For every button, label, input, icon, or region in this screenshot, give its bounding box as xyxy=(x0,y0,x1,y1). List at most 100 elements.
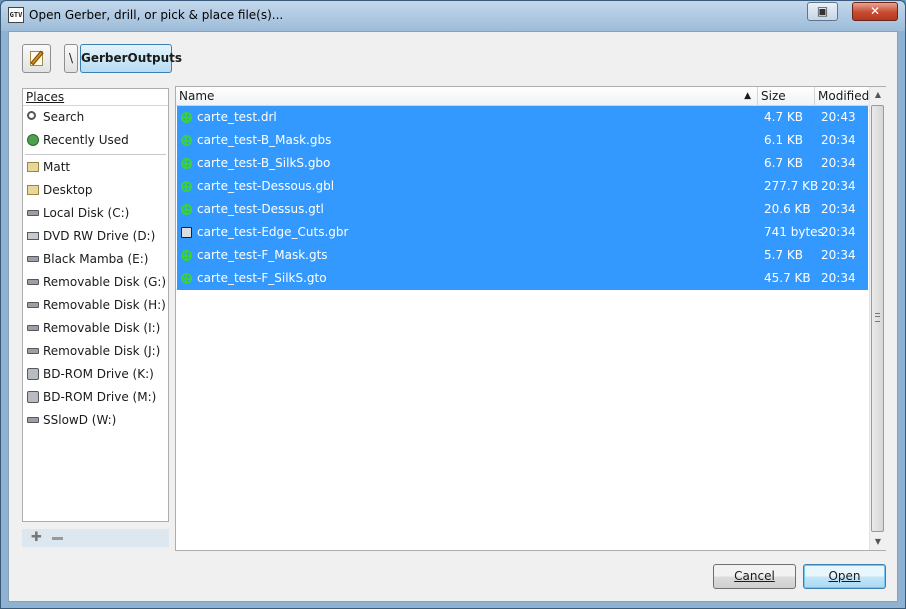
place-item[interactable]: Removable Disk (H:) xyxy=(23,294,168,316)
file-modified: 20:34 xyxy=(821,179,856,193)
remove-bookmark-button[interactable] xyxy=(52,537,63,540)
scrollbar-thumb[interactable] xyxy=(871,105,884,532)
file-row[interactable]: carte_test-Dessus.gtl 20.6 KB 20:34 xyxy=(177,198,868,221)
place-item-label: BD-ROM Drive (M:) xyxy=(43,390,157,404)
column-modified[interactable]: Modified xyxy=(815,87,869,105)
place-item-label: Recently Used xyxy=(43,133,129,147)
file-modified: 20:34 xyxy=(821,156,856,170)
file-name: carte_test-B_Mask.gbs xyxy=(197,133,332,147)
file-row[interactable]: carte_test-B_SilkS.gbo 6.7 KB 20:34 xyxy=(177,152,868,175)
gerber-file-icon xyxy=(181,158,192,169)
place-item[interactable]: Local Disk (C:) xyxy=(23,202,168,224)
file-row[interactable]: carte_test-B_Mask.gbs 6.1 KB 20:34 xyxy=(177,129,868,152)
close-button[interactable]: ✕ xyxy=(852,2,898,21)
path-root-button[interactable]: \ xyxy=(64,44,78,73)
file-row[interactable]: carte_test-F_SilkS.gto 45.7 KB 20:34 xyxy=(177,267,868,290)
column-size[interactable]: Size xyxy=(758,87,815,105)
place-item-label: Removable Disk (I:) xyxy=(43,321,161,335)
open-button-label: Open xyxy=(828,569,861,583)
file-row[interactable]: carte_test-F_Mask.gts 5.7 KB 20:34 xyxy=(177,244,868,267)
open-button[interactable]: Open xyxy=(803,564,886,589)
gerber-file-icon xyxy=(181,204,192,215)
file-modified: 20:34 xyxy=(821,248,856,262)
place-item[interactable]: BD-ROM Drive (M:) xyxy=(23,386,168,408)
place-item[interactable]: Removable Disk (G:) xyxy=(23,271,168,293)
file-name: carte_test-F_SilkS.gto xyxy=(197,271,327,285)
place-item-label: Black Mamba (E:) xyxy=(43,252,149,266)
places-separator xyxy=(25,154,166,155)
file-name: carte_test.drl xyxy=(197,110,277,124)
path-crumb-current[interactable]: GerberOutputs xyxy=(80,44,182,73)
place-item[interactable]: Matt xyxy=(23,156,168,178)
file-modified: 20:43 xyxy=(821,110,856,124)
file-size: 4.7 KB xyxy=(764,110,803,124)
folder-icon xyxy=(27,185,39,195)
column-name[interactable]: Name ▲ xyxy=(176,87,758,105)
file-name: carte_test-B_SilkS.gbo xyxy=(197,156,331,170)
document-file-icon xyxy=(181,227,192,238)
dialog-window: GTV Open Gerber, drill, or pick & place … xyxy=(0,0,906,609)
dvd-drive-icon xyxy=(27,232,39,240)
close-icon: ✕ xyxy=(869,4,881,18)
type-location-button[interactable] xyxy=(22,44,51,73)
file-name: carte_test-Dessus.gtl xyxy=(197,202,324,216)
file-size: 20.6 KB xyxy=(764,202,811,216)
place-item-label: Removable Disk (H:) xyxy=(43,298,166,312)
place-item[interactable]: Removable Disk (I:) xyxy=(23,317,168,339)
window-title: Open Gerber, drill, or pick & place file… xyxy=(29,8,284,22)
place-item-label: Removable Disk (J:) xyxy=(43,344,161,358)
dialog-client: \ GerberOutputs Places Search Recently Us… xyxy=(8,31,898,602)
restore-button[interactable]: ▣ xyxy=(807,2,838,21)
gerber-file-icon xyxy=(181,135,192,146)
place-item-label: SSlowD (W:) xyxy=(43,413,117,427)
place-item-label: Desktop xyxy=(43,183,93,197)
file-size: 45.7 KB xyxy=(764,271,811,285)
place-item-label: Removable Disk (G:) xyxy=(43,275,167,289)
optical-drive-icon xyxy=(27,368,39,380)
app-icon: GTV xyxy=(8,7,24,23)
place-item[interactable]: DVD RW Drive (D:) xyxy=(23,225,168,247)
file-modified: 20:34 xyxy=(821,225,856,239)
file-row[interactable]: carte_test-Edge_Cuts.gbr 741 bytes 20:34 xyxy=(177,221,868,244)
places-toolbar: ✚ xyxy=(22,529,169,547)
place-item-label: Matt xyxy=(43,160,71,174)
add-bookmark-button[interactable]: ✚ xyxy=(31,530,42,545)
place-item-label: DVD RW Drive (D:) xyxy=(43,229,156,243)
plus-icon: ✚ xyxy=(31,530,42,545)
place-item-label: Search xyxy=(43,110,85,124)
drive-icon xyxy=(27,210,39,216)
title-bar[interactable]: GTV Open Gerber, drill, or pick & place … xyxy=(1,1,905,31)
place-item[interactable]: Desktop xyxy=(23,179,168,201)
place-item[interactable]: BD-ROM Drive (K:) xyxy=(23,363,168,385)
drive-icon xyxy=(27,279,39,285)
file-size: 5.7 KB xyxy=(764,248,803,262)
file-row[interactable]: carte_test.drl 4.7 KB 20:43 xyxy=(177,106,868,129)
place-item[interactable]: SSlowD (W:) xyxy=(23,409,168,431)
sort-ascending-icon: ▲ xyxy=(744,91,751,101)
file-size: 741 bytes xyxy=(764,225,824,239)
file-row[interactable]: carte_test-Dessous.gbl 277.7 KB 20:34 xyxy=(177,175,868,198)
place-item[interactable]: Black Mamba (E:) xyxy=(23,248,168,270)
place-item[interactable]: Removable Disk (J:) xyxy=(23,340,168,362)
file-size: 6.1 KB xyxy=(764,133,803,147)
place-item[interactable]: Search xyxy=(23,106,168,128)
vertical-scrollbar[interactable]: ▲ ▼ xyxy=(869,87,886,550)
search-icon xyxy=(27,111,36,120)
gerber-file-icon xyxy=(181,273,192,284)
file-size: 6.7 KB xyxy=(764,156,803,170)
places-header[interactable]: Places xyxy=(23,89,168,106)
drive-icon xyxy=(27,256,39,262)
scroll-up-arrow-icon[interactable]: ▲ xyxy=(870,87,886,103)
place-item-label: BD-ROM Drive (K:) xyxy=(43,367,154,381)
gerber-file-icon xyxy=(181,181,192,192)
drive-icon xyxy=(27,302,39,308)
cancel-button[interactable]: Cancel xyxy=(713,564,796,589)
file-name: carte_test-Dessous.gbl xyxy=(197,179,335,193)
scroll-down-arrow-icon[interactable]: ▼ xyxy=(870,534,886,550)
place-item[interactable]: Recently Used xyxy=(23,129,168,151)
file-name: carte_test-F_Mask.gts xyxy=(197,248,328,262)
optical-drive-icon xyxy=(27,391,39,403)
places-panel: Places Search Recently Used Matt Desktop Loc… xyxy=(22,88,169,522)
column-header: Name ▲ Size Modified xyxy=(176,87,869,106)
folder-icon xyxy=(27,162,39,172)
